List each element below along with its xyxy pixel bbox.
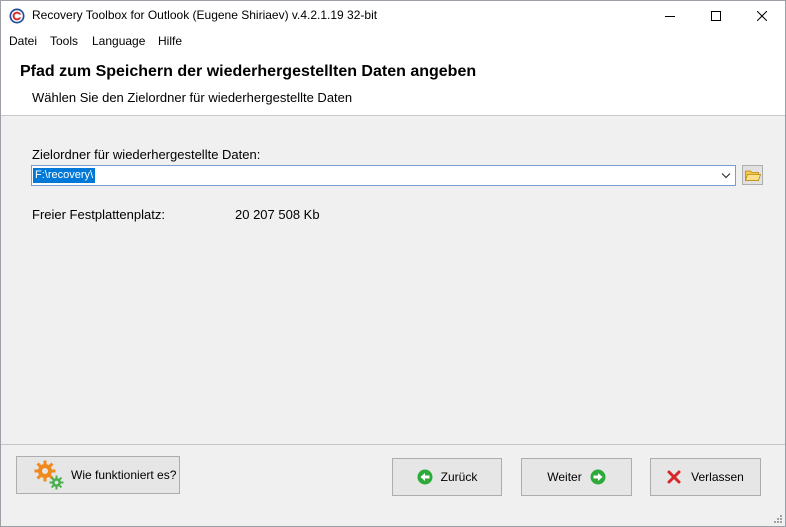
- exit-label: Verlassen: [691, 470, 744, 484]
- page-title: Pfad zum Speichern der wiederhergestellt…: [20, 63, 477, 80]
- red-x-icon: [667, 470, 681, 484]
- arrow-left-icon: [417, 469, 433, 485]
- menu-hilfe[interactable]: Hilfe: [158, 34, 182, 48]
- arrow-right-icon: [590, 469, 606, 485]
- resize-grip-icon[interactable]: [773, 514, 783, 524]
- minimize-button[interactable]: [647, 1, 693, 31]
- menu-bar: Datei Tools Language Hilfe: [1, 31, 785, 53]
- menu-datei[interactable]: Datei: [9, 34, 37, 48]
- next-label: Weiter: [547, 470, 582, 484]
- title-bar: Recovery Toolbox for Outlook (Eugene Shi…: [1, 1, 785, 31]
- footer-divider: [1, 444, 785, 445]
- next-button[interactable]: Weiter: [521, 458, 632, 496]
- step-header: Pfad zum Speichern der wiederhergestellt…: [1, 53, 785, 116]
- free-space-value: 20 207 508 Kb: [235, 207, 320, 222]
- back-button[interactable]: Zurück: [392, 458, 502, 496]
- main-window: Recovery Toolbox for Outlook (Eugene Shi…: [0, 0, 786, 527]
- how-it-works-button[interactable]: Wie funktioniert es?: [16, 456, 180, 494]
- browse-folder-button[interactable]: [742, 165, 763, 185]
- chevron-down-icon[interactable]: [721, 172, 731, 180]
- page-subtitle: Wählen Sie den Zielordner für wiederherg…: [32, 90, 353, 105]
- app-logo-icon: [9, 8, 25, 24]
- maximize-button[interactable]: [693, 1, 739, 31]
- folder-open-icon: [744, 170, 761, 181]
- destination-folder-combobox[interactable]: F:\recovery\: [31, 165, 736, 186]
- close-button[interactable]: [739, 1, 785, 31]
- destination-folder-value[interactable]: F:\recovery\: [33, 168, 96, 183]
- free-space-label: Freier Festplattenplatz:: [32, 207, 165, 222]
- gears-icon: [33, 459, 65, 491]
- back-label: Zurück: [440, 470, 478, 484]
- window-title: Recovery Toolbox for Outlook (Eugene Shi…: [32, 8, 378, 22]
- menu-language[interactable]: Language: [92, 34, 145, 48]
- destination-label: Zielordner für wiederhergestellte Daten:: [32, 147, 261, 162]
- maximize-icon: [711, 11, 721, 21]
- close-icon: [757, 11, 767, 21]
- how-it-works-label: Wie funktioniert es?: [71, 468, 177, 482]
- menu-tools[interactable]: Tools: [50, 34, 78, 48]
- minimize-icon: [665, 16, 675, 17]
- exit-button[interactable]: Verlassen: [650, 458, 761, 496]
